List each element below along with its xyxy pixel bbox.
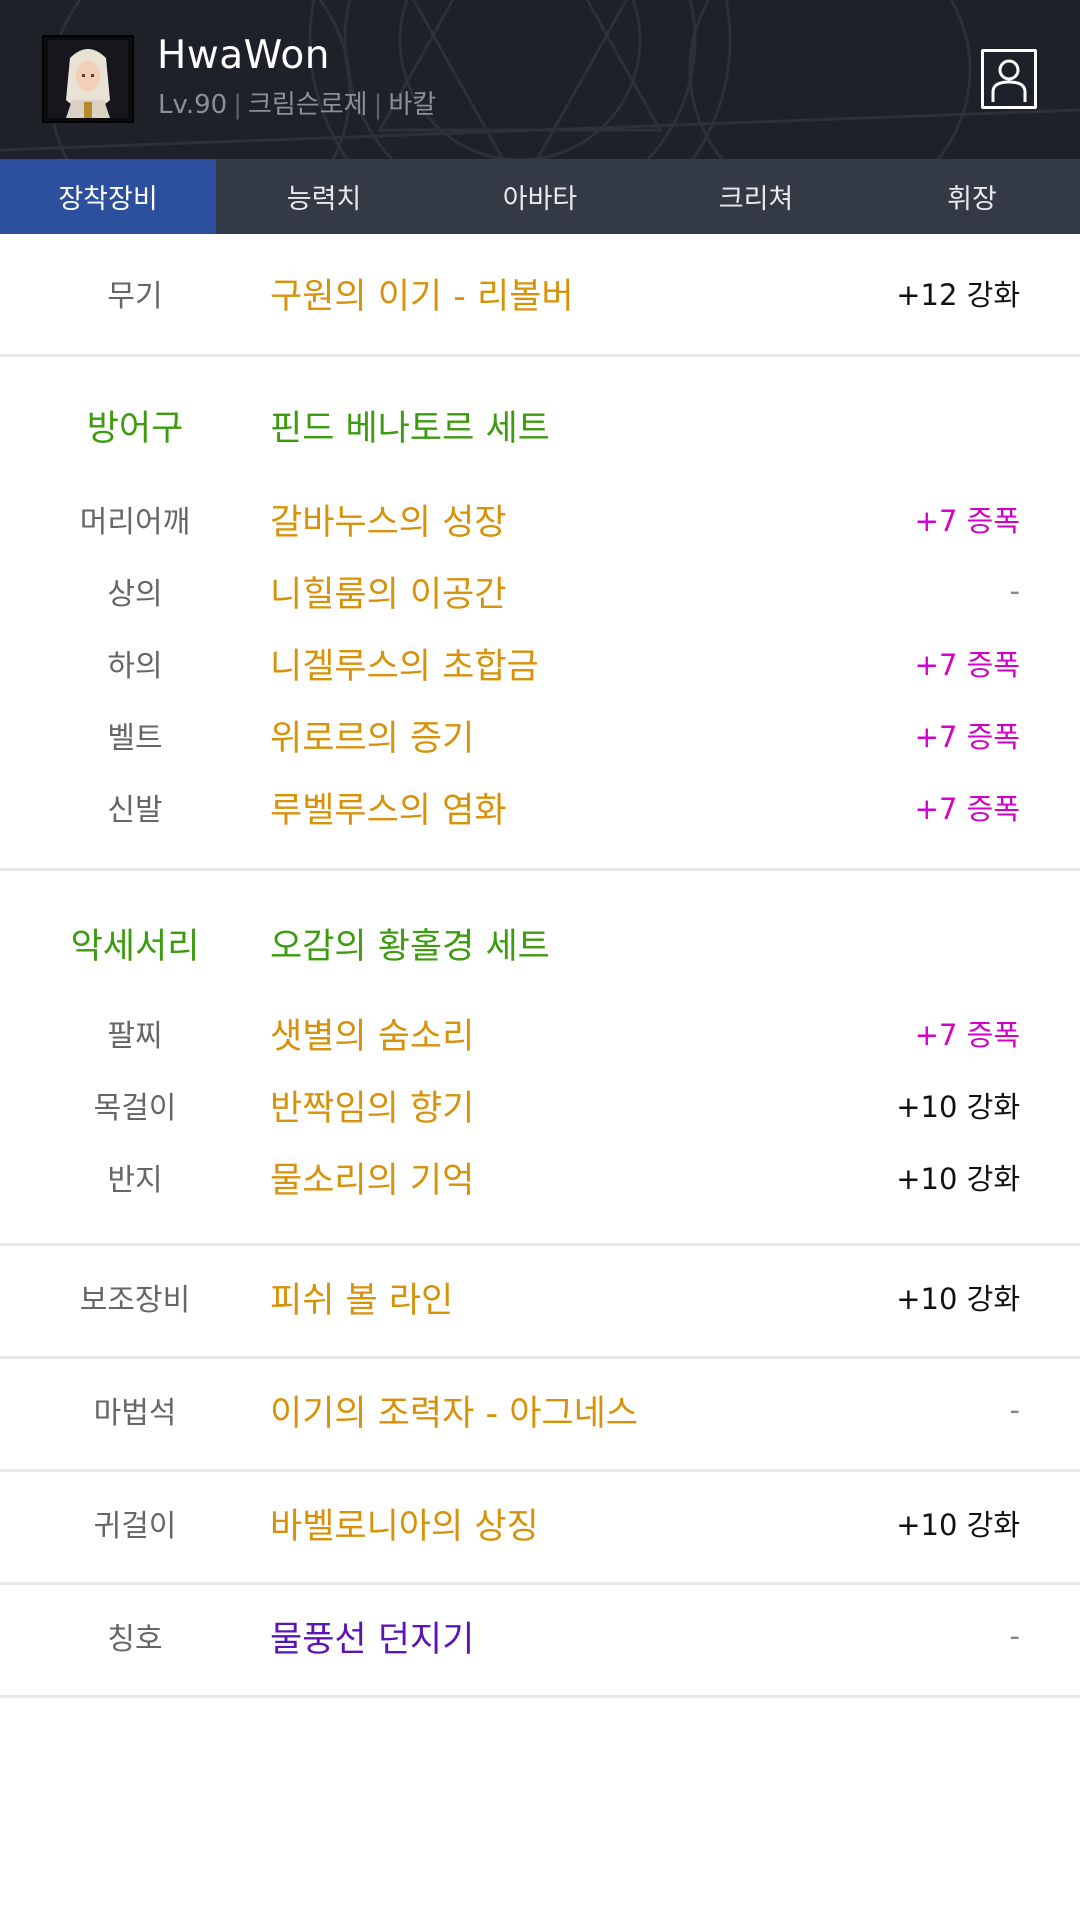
item-name[interactable]: 갈바누스의 성장 <box>270 483 830 555</box>
equipment-row: 마법석 이기의 조력자 - 아그네스 - <box>0 1374 1080 1446</box>
info-divider: | <box>373 90 383 120</box>
item-grade: +10 강화 <box>896 1090 1020 1124</box>
tab-emblem[interactable]: 휘장 <box>864 159 1080 234</box>
equipment-row: 보조장비 피쉬 볼 라인 +10 강화 <box>0 1261 1080 1333</box>
character-info: Lv.90 | 크림슨로제 | 바칼 <box>158 87 436 123</box>
tab-avatar[interactable]: 아바타 <box>432 159 648 234</box>
item-grade: +10 강화 <box>896 1508 1020 1542</box>
equipment-row: 귀걸이 바벨로니아의 상징 +10 강화 <box>0 1487 1080 1559</box>
earring-section: 귀걸이 바벨로니아의 상징 +10 강화 <box>0 1472 1080 1585</box>
item-grade: - <box>1009 1393 1020 1427</box>
equipment-row: 머리어깨 갈바누스의 성장 +7 증폭 <box>0 483 1080 555</box>
item-name[interactable]: 반짝임의 향기 <box>270 1069 830 1141</box>
weapon-section: 무기 구원의 이기 - 리볼버 +12 강화 <box>0 234 1080 357</box>
character-job: 크림슨로제 <box>247 90 368 120</box>
slot-label: 무기 <box>107 279 163 314</box>
slot-label: 마법석 <box>93 1396 177 1431</box>
equipment-row: 무기 구원의 이기 - 리볼버 +12 강화 <box>0 257 1080 329</box>
equipment-row: 상의 니힐룸의 이공간 - <box>0 555 1080 627</box>
item-grade: - <box>1009 1619 1020 1653</box>
set-name[interactable]: 오감의 황홀경 세트 <box>270 907 830 979</box>
item-name[interactable]: 샛별의 숨소리 <box>270 997 830 1069</box>
character-name: HwaWon <box>157 33 330 78</box>
item-name[interactable]: 이기의 조력자 - 아그네스 <box>270 1374 830 1446</box>
item-grade: - <box>1009 574 1020 608</box>
tab-equipment[interactable]: 장착장비 <box>0 159 216 234</box>
accessory-section: 악세서리 오감의 황홀경 세트 팔찌 샛별의 숨소리 +7 증폭 목걸이 반짝임… <box>0 871 1080 1246</box>
item-name[interactable]: 물풍선 던지기 <box>270 1600 830 1672</box>
item-grade: +7 증폭 <box>914 648 1020 682</box>
armor-set-header: 방어구 핀드 베나토르 세트 <box>0 389 1080 461</box>
tab-creature[interactable]: 크리쳐 <box>648 159 864 234</box>
slot-label: 칭호 <box>107 1622 163 1657</box>
item-grade: +10 강화 <box>896 1162 1020 1196</box>
slot-label: 목걸이 <box>93 1091 177 1126</box>
accessory-set-header: 악세서리 오감의 황홀경 세트 <box>0 907 1080 979</box>
item-grade: +10 강화 <box>896 1282 1020 1316</box>
item-grade: +7 증폭 <box>914 504 1020 538</box>
character-header: HwaWon Lv.90 | 크림슨로제 | 바칼 <box>0 0 1080 159</box>
equipment-row: 벨트 위로르의 증기 +7 증폭 <box>0 699 1080 771</box>
item-name[interactable]: 물소리의 기억 <box>270 1141 830 1213</box>
set-name[interactable]: 핀드 베나토르 세트 <box>270 389 830 461</box>
equipment-list: 무기 구원의 이기 - 리볼버 +12 강화 방어구 핀드 베나토르 세트 머리… <box>0 234 1080 1698</box>
set-label: 방어구 <box>86 408 184 449</box>
avatar <box>42 35 134 123</box>
item-grade: +7 증폭 <box>914 792 1020 826</box>
item-grade: +7 증폭 <box>914 1018 1020 1052</box>
slot-label: 보조장비 <box>79 1283 191 1318</box>
item-name[interactable]: 위로르의 증기 <box>270 699 830 771</box>
slot-label: 벨트 <box>107 721 163 756</box>
equipment-row: 하의 니겔루스의 초합금 +7 증폭 <box>0 627 1080 699</box>
slot-label: 신발 <box>107 793 163 828</box>
slot-label: 귀걸이 <box>93 1509 177 1544</box>
tab-stats[interactable]: 능력치 <box>216 159 432 234</box>
sub-weapon-section: 보조장비 피쉬 볼 라인 +10 강화 <box>0 1246 1080 1359</box>
slot-label: 상의 <box>107 577 163 612</box>
item-name[interactable]: 니겔루스의 초합금 <box>270 627 830 699</box>
armor-section: 방어구 핀드 베나토르 세트 머리어깨 갈바누스의 성장 +7 증폭 상의 니힐… <box>0 357 1080 871</box>
item-name[interactable]: 구원의 이기 - 리볼버 <box>270 257 830 329</box>
slot-label: 팔찌 <box>107 1019 163 1054</box>
item-grade: +7 증폭 <box>914 720 1020 754</box>
magic-stone-section: 마법석 이기의 조력자 - 아그네스 - <box>0 1359 1080 1472</box>
equipment-row: 반지 물소리의 기억 +10 강화 <box>0 1141 1080 1213</box>
title-section: 칭호 물풍선 던지기 - <box>0 1585 1080 1698</box>
item-name[interactable]: 바벨로니아의 상징 <box>270 1487 830 1559</box>
set-label: 악세서리 <box>70 926 200 967</box>
character-level: Lv.90 <box>158 90 228 120</box>
info-divider: | <box>233 90 242 120</box>
item-name[interactable]: 니힐룸의 이공간 <box>270 555 830 627</box>
profile-button[interactable] <box>981 49 1037 109</box>
equipment-row: 칭호 물풍선 던지기 - <box>0 1600 1080 1672</box>
item-grade: +12 강화 <box>896 278 1020 312</box>
slot-label: 하의 <box>107 649 163 684</box>
slot-label: 반지 <box>107 1163 163 1198</box>
equipment-row: 팔찌 샛별의 숨소리 +7 증폭 <box>0 997 1080 1069</box>
character-server: 바칼 <box>388 90 437 120</box>
profile-icon <box>991 59 1027 102</box>
character-portrait-icon <box>48 40 128 118</box>
tab-bar: 장착장비 능력치 아바타 크리쳐 휘장 <box>0 159 1080 234</box>
equipment-row: 신발 루벨루스의 염화 +7 증폭 <box>0 771 1080 843</box>
item-name[interactable]: 루벨루스의 염화 <box>270 771 830 843</box>
item-name[interactable]: 피쉬 볼 라인 <box>270 1261 830 1333</box>
equipment-row: 목걸이 반짝임의 향기 +10 강화 <box>0 1069 1080 1141</box>
slot-label: 머리어깨 <box>79 505 191 540</box>
